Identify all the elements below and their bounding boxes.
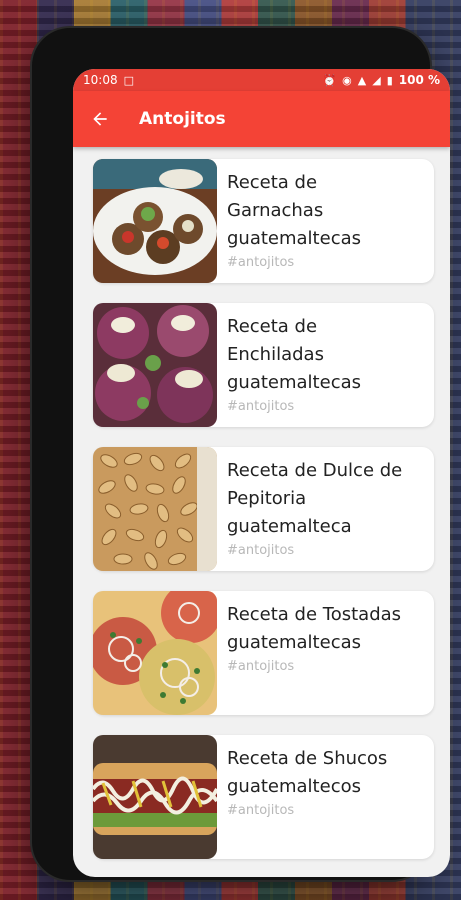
recipe-title-line: Receta de Tostadas	[227, 604, 402, 625]
recipe-card-shucos[interactable]: Receta de Shucos guatemaltecos #antojito…	[93, 735, 434, 859]
recipe-title-line: guatemaltecas	[227, 228, 361, 249]
recipe-title-line: guatemaltecas	[227, 632, 361, 653]
recipe-card-pepitoria[interactable]: Receta de Dulce de Pepitoria guatemaltec…	[93, 447, 434, 571]
recipe-title-line: guatemalteca	[227, 516, 352, 537]
recipe-title-line: Garnachas	[227, 200, 324, 221]
recipe-title-line: Enchiladas	[227, 344, 324, 365]
page-title: Antojitos	[139, 109, 226, 129]
recipe-title: Receta de Enchiladas guatemaltecas	[227, 313, 361, 397]
enchiladas-photo	[93, 303, 217, 427]
recipe-title: Receta de Tostadas guatemaltecas	[227, 601, 401, 657]
alarm-icon: ⏰	[322, 73, 337, 87]
wifi-icon: ▲	[357, 73, 367, 87]
battery-icon: ▮	[386, 73, 393, 87]
laptop-icon: □	[123, 73, 134, 87]
arrow-left-icon	[93, 112, 107, 126]
recipe-card-garnachas[interactable]: Receta de Garnachas guatemaltecas #antoj…	[93, 159, 434, 283]
battery-percent: 100 %	[398, 73, 440, 87]
signal-icon: ◢	[372, 73, 381, 87]
recipe-title-line: Receta de Dulce de	[227, 460, 403, 481]
app-bar: Antojitos	[73, 91, 450, 147]
recipe-tag: #antojitos	[227, 659, 295, 674]
recipe-tag: #antojitos	[227, 543, 295, 558]
recipe-title-line: Receta de Shucos	[227, 748, 388, 769]
recipe-title-line: Pepitoria	[227, 488, 307, 509]
recipe-title-line: Receta de	[227, 172, 318, 193]
pepitoria-photo	[93, 447, 217, 571]
recipe-tag: #antojitos	[227, 399, 295, 414]
recipe-title-line: Receta de	[227, 316, 318, 337]
garnachas-photo	[93, 159, 217, 283]
recipe-card-enchiladas[interactable]: Receta de Enchiladas guatemaltecas #anto…	[93, 303, 434, 427]
eye-icon: ◉	[342, 73, 352, 87]
shucos-photo	[93, 735, 217, 859]
recipe-title: Receta de Dulce de Pepitoria guatemaltec…	[227, 457, 402, 541]
recipe-list: Receta de Garnachas guatemaltecas #antoj…	[73, 147, 450, 859]
status-time: 10:08	[83, 73, 118, 87]
app-screen: 10:08 □ ⏰ ◉ ▲ ◢ ▮ 100 % Antojitos Receta…	[73, 69, 450, 877]
recipe-tag: #antojitos	[227, 255, 295, 270]
recipe-title-line: guatemaltecas	[227, 372, 361, 393]
recipe-title: Receta de Shucos guatemaltecos	[227, 745, 387, 801]
recipe-tag: #antojitos	[227, 803, 295, 818]
recipe-title: Receta de Garnachas guatemaltecas	[227, 169, 361, 253]
recipe-card-tostadas[interactable]: Receta de Tostadas guatemaltecas #antoji…	[93, 591, 434, 715]
recipe-title-line: guatemaltecos	[227, 776, 361, 797]
status-bar: 10:08 □ ⏰ ◉ ▲ ◢ ▮ 100 %	[73, 69, 450, 91]
back-button[interactable]	[73, 91, 127, 147]
phone-frame: 10:08 □ ⏰ ◉ ▲ ◢ ▮ 100 % Antojitos Receta…	[32, 28, 450, 880]
tostadas-photo	[93, 591, 217, 715]
